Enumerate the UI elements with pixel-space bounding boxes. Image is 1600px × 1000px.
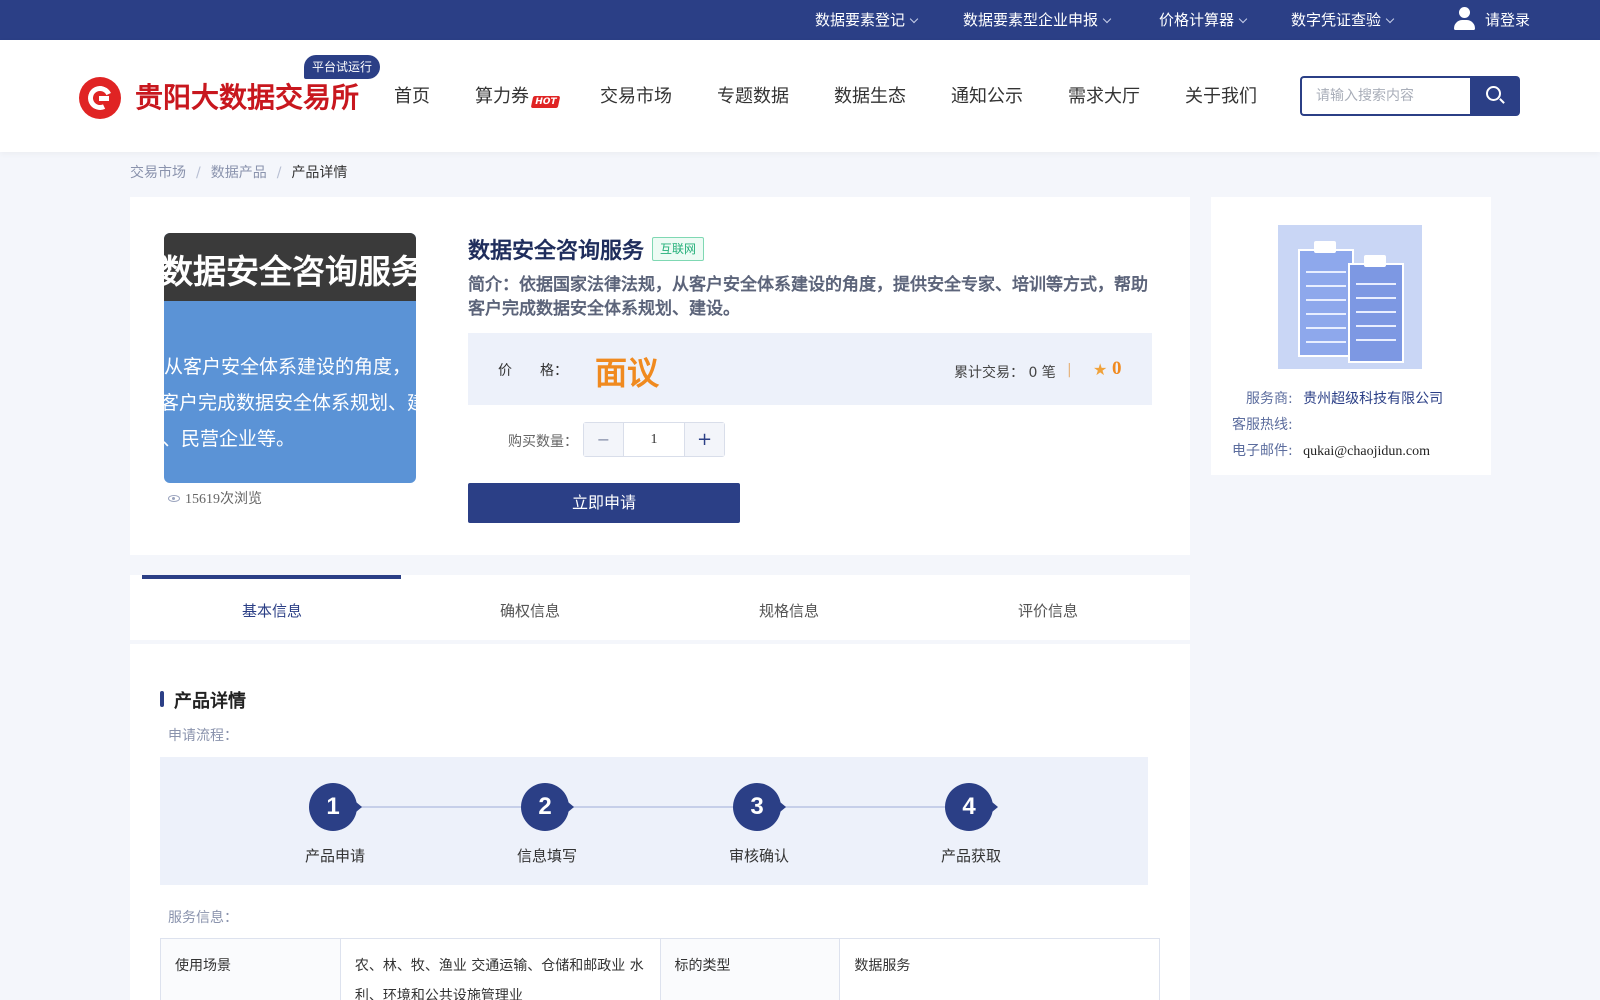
logo-icon[interactable] [79,77,121,119]
tab-spec-info[interactable]: 规格信息 [759,600,819,621]
nav-data-ecosystem[interactable]: 数据生态 [834,80,906,114]
email-value: qukai@chaojidun.com [1303,444,1430,459]
nav-notices[interactable]: 通知公示 [951,80,1023,114]
breadcrumb: 交易市场 / 数据产品 / 产品详情 [130,162,347,182]
table-cell-label: 标的类型 [659,938,841,1000]
topbar-menu-enterprise-application[interactable]: 数据要素型企业申报 [963,0,1112,40]
search-button[interactable] [1470,76,1520,116]
breadcrumb-current: 产品详情 [291,165,348,181]
trial-badge: 平台试运行 [304,55,381,79]
site-header: 贵阳大数据交易所 平台试运行 首页 算力券 HOT 交易市场 专题数据 数据生态 … [0,40,1600,152]
service-info-label: 服务信息： [168,910,238,926]
nav-demand-hall[interactable]: 需求大厅 [1068,80,1140,114]
search-input[interactable]: 请输入搜索内容 [1300,76,1470,116]
product-intro: 简介：依据国家法律法规，从客户安全体系建设的角度，提供安全专家、培训等方式，帮助… [468,275,1148,319]
nav-trading-market[interactable]: 交易市场 [600,80,672,114]
step-label: 审核确认 [728,847,789,865]
flow-connector [333,806,971,808]
nav-label: 算力券 [475,86,529,107]
table-cell-value: 农、林、牧、渔业 交通运输、仓储和邮政业 水利、环境和公共设施管理业 [339,938,661,1000]
step-number: 3 [733,783,786,831]
breadcrumb-trading-market[interactable]: 交易市场 [130,165,186,181]
view-count-text: 15619次浏览 [185,492,262,507]
nav-topic-data[interactable]: 专题数据 [717,80,789,114]
email-label: 电子邮件: [1232,443,1293,459]
step-label: 产品获取 [940,847,1001,865]
price-value: 面议 [595,354,660,392]
hotline-label: 客服热线: [1232,417,1293,433]
section-marker [160,691,164,707]
step-number: 4 [945,783,998,831]
trade-count: 累计交易： 0 笔 [954,365,1056,381]
provider-hotline-row: 客服热线: [1232,414,1293,434]
cover-line: 从客户安全体系建设的角度， [164,356,412,378]
breadcrumb-data-products[interactable]: 数据产品 [211,165,267,181]
login-label: 请登录 [1485,11,1531,29]
step-label: 信息填写 [516,847,577,865]
topbar-menu-certificate-check[interactable]: 数字凭证查验 [1291,0,1395,40]
quantity-stepper: − 1 + [583,422,725,457]
quantity-input[interactable]: 1 [624,423,684,456]
topbar-menu-label: 价格计算器 [1159,11,1235,29]
tab-basic-info[interactable]: 基本信息 [242,600,302,621]
active-tab-indicator [142,575,401,579]
topbar-menu-label: 数据要素型企业申报 [963,11,1099,29]
star-icon: ★ [1093,360,1108,379]
breadcrumb-separator: / [276,165,282,181]
tab-reviews[interactable]: 评价信息 [1018,600,1078,621]
topbar-menu-price-calculator[interactable]: 价格计算器 [1159,0,1248,40]
step-number: 1 [309,783,362,831]
step-label: 产品申请 [304,847,365,865]
table-cell-value: 数据服务 [839,938,1160,1000]
chevron-down-icon [1102,14,1112,24]
hot-badge: HOT [530,96,561,108]
industry-tag: 互联网 [652,237,705,261]
chevron-down-icon [1385,14,1395,24]
product-cover-image: 数据安全咨询服务 从客户安全体系建设的角度， 客户完成数据安全体系规划、建 、民… [164,233,416,483]
breadcrumb-separator: / [196,165,201,181]
provider-email-row: 电子邮件: qukai@chaojidun.com [1232,440,1430,460]
section-title: 产品详情 [174,691,246,712]
table-cell-label: 使用场景 [160,938,341,1000]
chevron-down-icon [909,14,919,24]
step-number: 2 [521,783,574,831]
cover-title: 数据安全咨询服务 [164,252,416,291]
table-row: 使用场景 农、林、牧、渔业 交通运输、仓储和邮政业 水利、环境和公共设施管理业 … [160,938,1160,1000]
nav-about-us[interactable]: 关于我们 [1185,80,1257,114]
eye-icon [168,495,180,503]
topbar-menu-label: 数字凭证查验 [1291,11,1382,29]
product-title: 数据安全咨询服务 [468,239,645,264]
top-utility-bar: 数据要素登记 数据要素型企业申报 价格计算器 数字凭证查验 请登录 [0,0,1600,40]
topbar-menu-label: 数据要素登记 [815,11,906,29]
nav-compute-voucher[interactable]: 算力券 HOT [475,80,561,114]
cover-line: 、民营企业等。 [164,428,296,450]
vendor-name-link[interactable]: 贵州超级科技有限公司 [1303,391,1443,407]
vendor-label: 服务商: [1246,391,1293,407]
service-info-table: 使用场景 农、林、牧、渔业 交通运输、仓储和邮政业 水利、环境和公共设施管理业 … [160,938,1160,1000]
topbar-menu-data-registration[interactable]: 数据要素登记 [815,0,919,40]
apply-now-button[interactable]: 立即申请 [468,483,740,523]
quantity-increase-button[interactable]: + [684,423,724,456]
quantity-label: 购买数量： [508,434,578,450]
tab-rights-info[interactable]: 确权信息 [500,600,560,621]
site-logo-text[interactable]: 贵阳大数据交易所 [135,76,359,116]
provider-logo-image [1278,225,1422,369]
quantity-decrease-button[interactable]: − [584,423,624,456]
provider-vendor-row: 服务商: 贵州超级科技有限公司 [1246,388,1443,408]
chevron-down-icon [1238,14,1248,24]
divider: | [1067,362,1072,378]
login-link[interactable]: 请登录 [1453,0,1530,40]
rating-value: 0 [1112,358,1122,379]
flow-label: 申请流程： [168,728,238,744]
price-label: 价 格： [498,363,568,379]
user-icon [1453,6,1475,31]
nav-home[interactable]: 首页 [394,80,430,114]
view-count: 15619次浏览 [168,488,262,508]
cover-line: 客户完成数据安全体系规划、建 [164,392,416,414]
